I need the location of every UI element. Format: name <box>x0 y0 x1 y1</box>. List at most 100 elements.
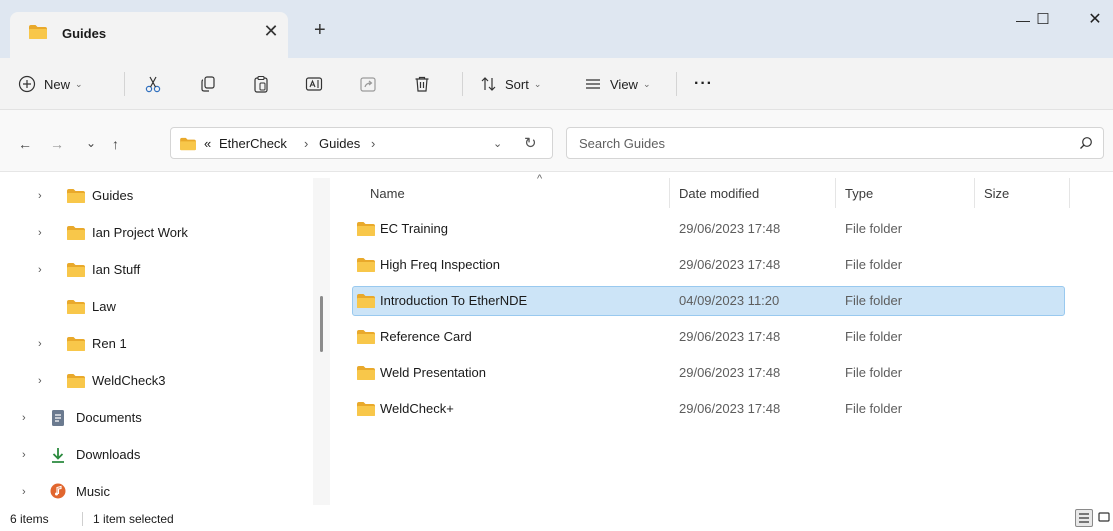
scrollbar-thumb[interactable] <box>320 296 323 352</box>
breadcrumb-separator[interactable]: › <box>371 136 375 151</box>
view-button[interactable]: View ⌄ <box>584 71 651 97</box>
column-header-date-modified[interactable]: Date modified <box>679 186 759 201</box>
column-divider[interactable] <box>835 178 836 208</box>
maximize-button[interactable]: ☐ <box>1026 8 1060 32</box>
chevron-right-icon[interactable]: › <box>22 449 26 461</box>
view-label: View <box>610 76 638 92</box>
delete-button[interactable] <box>413 71 431 97</box>
tiles-view-button[interactable] <box>1096 509 1113 527</box>
folder-icon <box>67 337 85 351</box>
breadcrumb-overflow[interactable]: « <box>204 136 211 151</box>
file-row-introduction-to-ethernde[interactable]: Introduction To EtherNDE 04/09/2023 11:2… <box>352 286 1065 316</box>
nav-item-label: WeldCheck3 <box>92 373 166 388</box>
nav-item-ian-project-work[interactable]: › Ian Project Work <box>0 219 310 247</box>
nav-item-law[interactable]: Law <box>0 293 310 321</box>
tiles-view-icon <box>1098 512 1110 522</box>
title-bar: Guides ✕ + — ☐ ✕ <box>0 0 1113 58</box>
new-tab-icon[interactable]: + <box>314 20 326 40</box>
rename-button[interactable] <box>305 71 323 97</box>
tab-close-icon[interactable]: ✕ <box>260 20 282 42</box>
share-button[interactable] <box>359 71 377 97</box>
close-window-button[interactable]: ✕ <box>1080 8 1110 32</box>
nav-item-label: Ren 1 <box>92 336 127 351</box>
file-row-reference-card[interactable]: Reference Card 29/06/2023 17:48 File fol… <box>352 322 1065 352</box>
column-header-size[interactable]: Size <box>984 186 1009 201</box>
address-dropdown-icon[interactable]: ⌄ <box>493 137 502 150</box>
chevron-right-icon[interactable]: › <box>38 375 42 387</box>
breadcrumb-guides[interactable]: Guides <box>319 136 360 151</box>
folder-icon <box>357 402 375 416</box>
nav-item-ian-stuff[interactable]: › Ian Stuff <box>0 256 310 284</box>
column-header-type[interactable]: Type <box>845 186 873 201</box>
recent-locations-icon[interactable]: ⌄ <box>86 136 96 150</box>
nav-item-weldcheck3[interactable]: › WeldCheck3 <box>0 367 310 395</box>
file-row-weld-presentation[interactable]: Weld Presentation 29/06/2023 17:48 File … <box>352 358 1065 388</box>
new-label: New <box>44 76 71 92</box>
toolbar-divider <box>124 72 125 96</box>
folder-icon <box>357 366 375 380</box>
cut-button[interactable] <box>144 71 162 97</box>
up-icon[interactable]: ↑ <box>112 136 119 152</box>
more-icon: ··· <box>694 75 713 92</box>
nav-item-label: Music <box>76 484 110 499</box>
file-row-high-freq-inspection[interactable]: High Freq Inspection 29/06/2023 17:48 Fi… <box>352 250 1065 280</box>
status-bar: 6 items 1 item selected <box>0 505 1113 531</box>
chevron-right-icon[interactable]: › <box>22 412 26 424</box>
new-button[interactable]: New ⌄ <box>18 71 83 97</box>
navigation-pane: › Guides › Ian Project Work › Ian Stuff … <box>0 172 330 505</box>
nav-item-label: Ian Project Work <box>92 225 188 240</box>
search-icon <box>1080 137 1092 149</box>
file-name: Reference Card <box>380 329 472 344</box>
refresh-icon[interactable]: ↻ <box>524 134 537 152</box>
nav-item-documents[interactable]: › Documents <box>0 404 310 432</box>
copy-icon <box>201 76 215 92</box>
music-icon <box>50 483 66 499</box>
column-divider[interactable] <box>974 178 975 208</box>
chevron-down-icon: ⌄ <box>642 78 651 89</box>
nav-item-label: Guides <box>92 188 134 203</box>
file-name: WeldCheck+ <box>380 401 454 416</box>
file-type: File folder <box>845 329 903 344</box>
tab-guides[interactable]: Guides ✕ <box>10 12 288 58</box>
search-box[interactable]: Search Guides <box>566 127 1104 159</box>
forward-icon[interactable]: → <box>50 136 64 152</box>
sort-button[interactable]: Sort ⌄ <box>480 71 541 97</box>
chevron-right-icon[interactable]: › <box>38 190 42 202</box>
file-date-modified: 29/06/2023 17:48 <box>679 329 781 344</box>
more-options-button[interactable]: ··· <box>694 71 713 97</box>
column-divider[interactable] <box>669 178 670 208</box>
folder-icon <box>67 300 85 314</box>
nav-item-ren-1[interactable]: › Ren 1 <box>0 330 310 358</box>
nav-item-label: Ian Stuff <box>92 262 141 277</box>
downloads-icon <box>52 448 64 463</box>
file-name: Introduction To EtherNDE <box>380 293 528 308</box>
breadcrumb-ethercheck[interactable]: EtherCheck <box>219 136 287 151</box>
chevron-right-icon[interactable]: › <box>38 338 42 350</box>
folder-icon <box>357 330 375 344</box>
file-date-modified: 29/06/2023 17:48 <box>679 401 781 416</box>
folder-icon <box>357 258 375 272</box>
nav-item-guides[interactable]: › Guides <box>0 182 310 210</box>
file-row-weldcheck-plus[interactable]: WeldCheck+ 29/06/2023 17:48 File folder <box>352 394 1065 424</box>
nav-pane-scrollbar[interactable] <box>313 178 330 505</box>
column-divider[interactable] <box>1069 178 1070 208</box>
status-divider <box>82 512 83 526</box>
toolbar-divider <box>462 72 463 96</box>
nav-item-music[interactable]: › Music <box>0 478 310 506</box>
copy-button[interactable] <box>199 71 217 97</box>
paste-icon <box>254 75 268 93</box>
chevron-right-icon[interactable]: › <box>38 264 42 276</box>
back-icon[interactable]: ← <box>18 136 32 152</box>
column-header-name[interactable]: Name <box>370 186 405 201</box>
folder-icon <box>67 226 85 240</box>
nav-item-downloads[interactable]: › Downloads <box>0 441 310 469</box>
chevron-right-icon[interactable]: › <box>22 486 26 498</box>
documents-icon <box>52 410 64 426</box>
details-view-button[interactable] <box>1075 509 1093 527</box>
file-row-ec-training[interactable]: EC Training 29/06/2023 17:48 File folder <box>352 214 1065 244</box>
paste-button[interactable] <box>252 71 270 97</box>
folder-icon <box>67 189 85 203</box>
file-type: File folder <box>845 221 903 236</box>
address-bar[interactable]: « EtherCheck › Guides › ⌄ ↻ <box>170 127 553 159</box>
chevron-right-icon[interactable]: › <box>38 227 42 239</box>
